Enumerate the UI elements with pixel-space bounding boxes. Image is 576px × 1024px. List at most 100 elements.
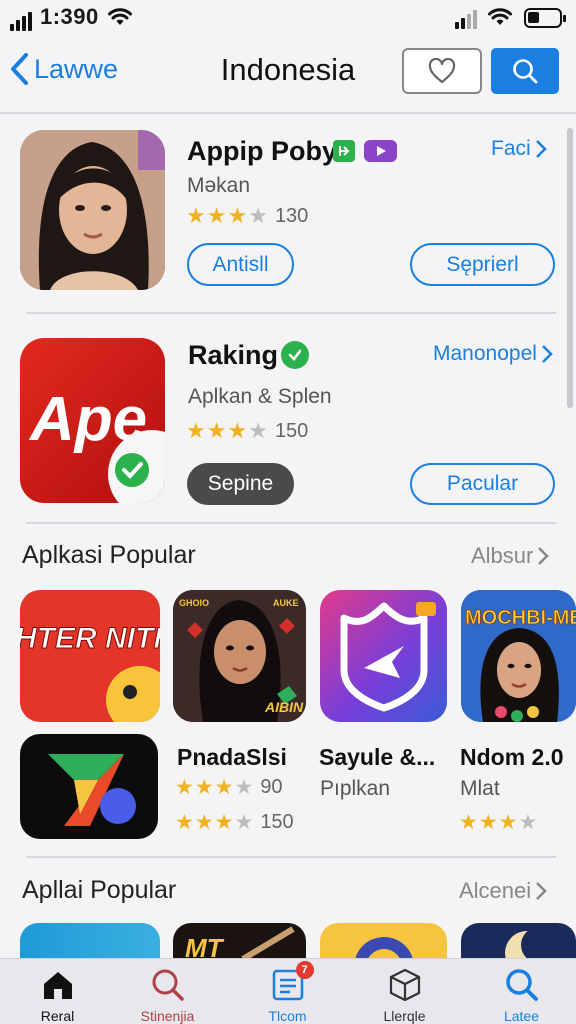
app-name[interactable]: Sayule &... [319, 744, 435, 771]
wifi-icon [108, 8, 132, 25]
tab-label: Latee [503, 1008, 540, 1024]
app-title[interactable]: Raking [188, 340, 278, 371]
app-name[interactable]: Ndom 2.0 [460, 744, 564, 771]
rating-count: 90 [260, 776, 283, 798]
divider [0, 112, 576, 114]
secondary-button[interactable]: Sęprierl [410, 243, 555, 286]
rating-stars: ★ ★ ★ ★ 150 [186, 418, 308, 444]
see-all-link[interactable]: Albsur [471, 543, 550, 569]
heart-icon [428, 58, 456, 84]
cube-icon [389, 968, 420, 1002]
portrait-icon: MOCHBI-ME [461, 590, 576, 722]
search-button[interactable] [491, 48, 559, 94]
tab-label: Tlcom [268, 1008, 307, 1024]
app-subtitle: Pıplkan [320, 777, 391, 800]
open-button[interactable]: Sepine [187, 463, 294, 505]
see-all-label: Albsur [471, 543, 534, 568]
circle-logo-icon [354, 937, 414, 963]
app-link[interactable]: Manonopel [433, 342, 553, 366]
star-icon: ★ [206, 418, 227, 443]
seven-logo-icon [48, 754, 136, 826]
secondary-button[interactable]: Pacular [410, 463, 555, 505]
section-title: Aplkasi Popular [22, 541, 196, 569]
battery-icon [524, 8, 566, 28]
install-button[interactable]: Antisll [187, 243, 294, 286]
icon-tag-text: GHOIO [179, 598, 209, 608]
star-icon: ★ [227, 418, 248, 443]
app-icon-shield[interactable] [320, 590, 447, 722]
scrollbar[interactable] [567, 128, 573, 408]
app-icon-partial[interactable] [461, 923, 576, 963]
chevron-left-icon [11, 53, 28, 85]
app-icon-shter[interactable]: SHTER NITH! [20, 590, 160, 722]
icon-tag-text: MOCHBI-ME [465, 607, 576, 629]
tab-updates[interactable]: 7 Tlcom [230, 959, 345, 1024]
app-link-label: Manonopel [433, 342, 537, 365]
back-button[interactable]: Lawwe [8, 52, 118, 86]
verified-badge-icon [281, 341, 309, 369]
app-icon-seven[interactable] [20, 734, 158, 839]
star-icon: ★ [478, 811, 498, 834]
app-name[interactable]: PnadaSlsi [177, 744, 287, 771]
portrait-icon [20, 130, 165, 290]
app-icon-partial[interactable] [320, 923, 447, 963]
star-icon: ★ [194, 776, 214, 799]
rating-count: 130 [274, 204, 309, 227]
play-badge-icon [333, 140, 355, 162]
ape-logo-icon: Ape [28, 385, 165, 503]
app-icon-portrait3[interactable]: MOCHBI-ME [461, 590, 576, 722]
chevron-right-icon [535, 140, 547, 158]
home-icon [43, 972, 72, 999]
rating-stars: ★ ★ ★ ★ 130 [186, 203, 308, 229]
star-icon: ★ [175, 776, 194, 799]
portrait-icon: GHOIO AUKE AIBIN [173, 590, 306, 722]
app-subtitle: Məkan [187, 174, 251, 197]
chevron-right-icon [542, 345, 553, 363]
star-icon: ★ [194, 811, 214, 834]
star-icon: ★ [248, 418, 268, 443]
star-icon: ★ [459, 811, 478, 834]
search-icon [152, 969, 184, 1001]
star-icon: ★ [214, 811, 234, 834]
star-icon: ★ [518, 811, 538, 834]
rating-count: 150 [260, 811, 294, 833]
app-icon-partial[interactable]: MT [173, 923, 306, 963]
status-bar: 1:390 [0, 0, 576, 36]
app-subtitle: Aplkan & Splen [188, 385, 332, 408]
tab-label: Reral [40, 1008, 75, 1024]
star-icon: ★ [214, 776, 234, 799]
app-title[interactable]: Appip Poby [187, 136, 337, 167]
app-link-label: Faci [491, 137, 531, 160]
app-link[interactable]: Faci [491, 137, 547, 161]
see-all-link[interactable]: Alcenei [459, 878, 547, 904]
shter-logo-text: SHTER NITH! [20, 622, 160, 655]
tab-home[interactable]: Reral [0, 959, 115, 1024]
app-icon-ape[interactable]: Ape [20, 338, 165, 503]
wifi-icon [488, 8, 512, 25]
star-icon: ★ [186, 203, 206, 228]
search-icon [513, 59, 538, 84]
favorite-button[interactable] [402, 48, 482, 94]
tab-apps[interactable]: Llerqle [347, 959, 462, 1024]
app-icon-partial[interactable] [20, 923, 160, 963]
app-icon-portrait2[interactable]: GHOIO AUKE AIBIN [173, 590, 306, 722]
list-icon-wrap: 7 [270, 961, 314, 1003]
divider [26, 312, 556, 314]
star-icon: ★ [248, 203, 268, 228]
back-label: Lawwe [34, 53, 119, 84]
star-icon: ★ [498, 811, 518, 834]
rating-stars: ★ ★ ★ ★ [459, 810, 537, 835]
star-icon: ★ [186, 418, 206, 443]
tab-latest[interactable]: Latee [464, 959, 576, 1024]
tab-search[interactable]: Stinenjia [110, 959, 225, 1024]
rating-stars: ★ ★ ★ ★ 150 [175, 810, 294, 835]
rating-stars: ★ ★ ★ ★ 90 [175, 775, 283, 800]
star-icon: ★ [234, 776, 254, 799]
game-art-icon: MT [185, 926, 295, 963]
tab-bar: Reral Stinenjia 7 Tlcom Llerqle Latee [0, 958, 576, 1024]
star-icon: ★ [234, 811, 254, 834]
divider [26, 856, 556, 858]
notification-badge: 7 [295, 961, 314, 979]
app-icon-portrait[interactable] [20, 130, 165, 290]
shield-icon [340, 602, 436, 712]
